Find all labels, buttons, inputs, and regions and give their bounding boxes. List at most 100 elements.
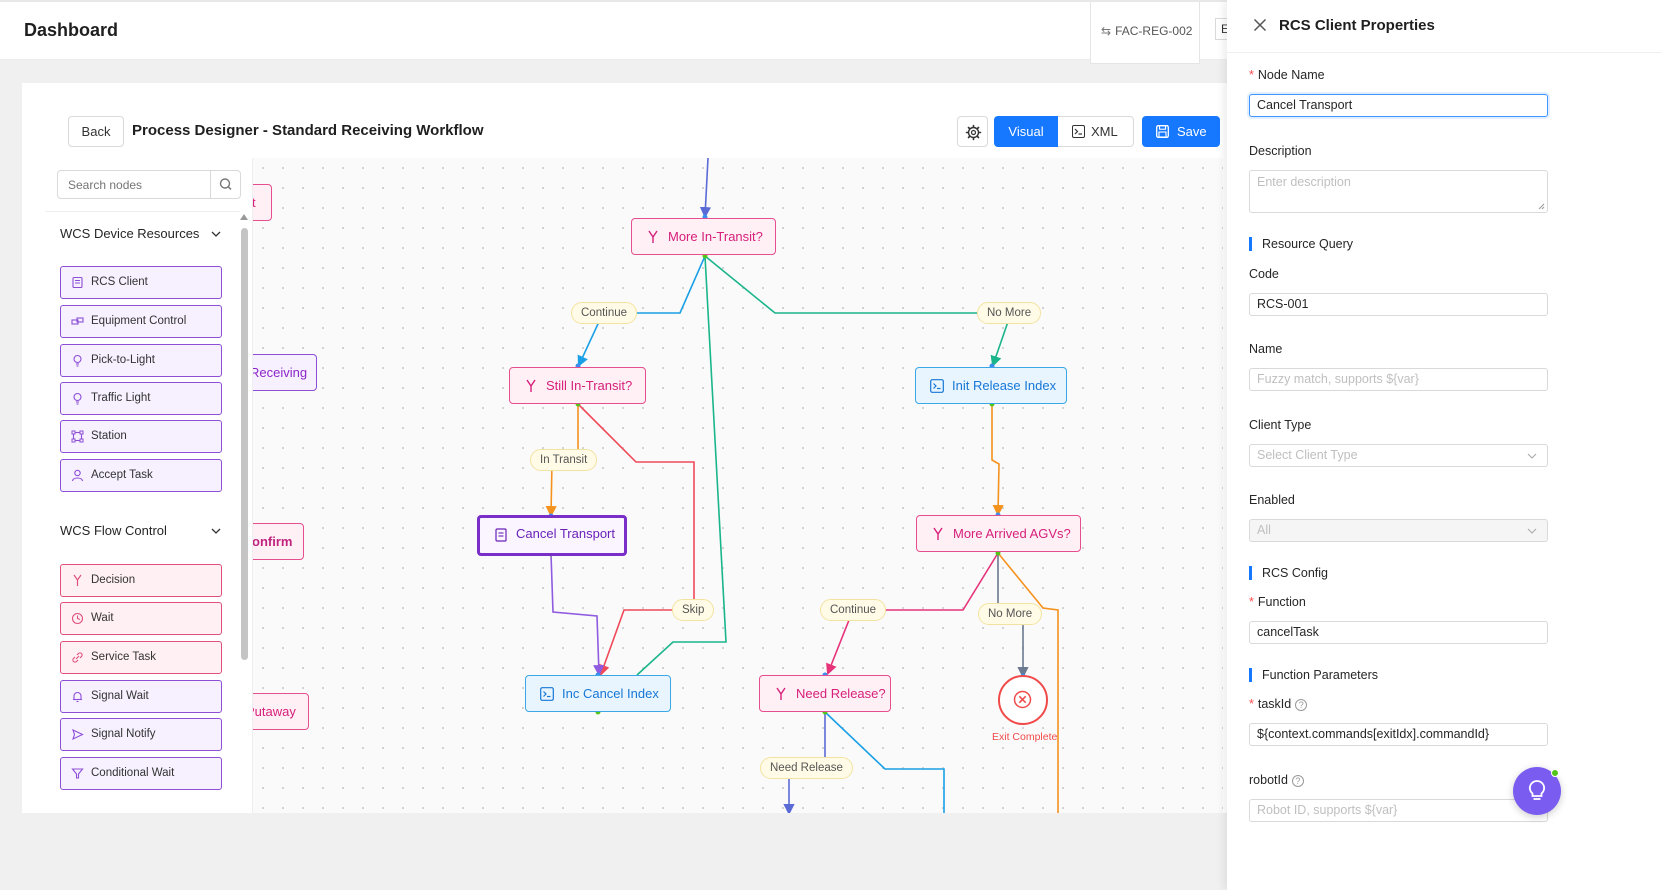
palette-item-signal-wait[interactable]: Signal Wait xyxy=(60,680,222,713)
node-partial-receiving[interactable]: Receiving xyxy=(253,354,317,391)
palette-item-conditional-wait[interactable]: Conditional Wait xyxy=(60,757,222,790)
flow-canvas[interactable]: t Receiving onfirm Putaway More In-Trans… xyxy=(253,158,1223,813)
description-label: Description xyxy=(1249,144,1312,158)
group-title-flow-control[interactable]: WCS Flow Control xyxy=(60,523,167,538)
function-input[interactable]: cancelTask xyxy=(1249,621,1548,644)
xml-label: XML xyxy=(1091,124,1118,139)
help-icon[interactable]: ? xyxy=(1295,699,1308,711)
palette-item-equipment-control[interactable]: Equipment Control xyxy=(60,305,222,338)
palette-item-station[interactable]: Station xyxy=(60,420,222,453)
xml-mode-button[interactable]: XML xyxy=(1058,116,1134,147)
station-icon xyxy=(71,430,84,443)
node-partial-t[interactable]: t xyxy=(253,184,272,221)
chevron-down-icon xyxy=(1527,528,1537,534)
code-input[interactable]: RCS-001 xyxy=(1249,293,1548,316)
name-label: Name xyxy=(1249,342,1283,356)
node-label: t xyxy=(253,195,256,210)
node-cancel-transport[interactable]: Cancel Transport xyxy=(477,515,627,556)
node-label: Init Release Index xyxy=(952,378,1057,393)
node-name-input[interactable]: Cancel Transport xyxy=(1249,94,1548,117)
node-label: Still In-Transit? xyxy=(546,378,633,393)
search-input[interactable] xyxy=(58,171,208,198)
close-circle-icon xyxy=(1013,690,1032,709)
facility-label: FAC-REG-002 xyxy=(1115,24,1193,38)
resource-query-section: Resource Query xyxy=(1249,237,1353,251)
palette-item-decision[interactable]: Decision xyxy=(60,564,222,597)
visual-mode-button[interactable]: Visual xyxy=(994,116,1058,147)
description-textarea[interactable]: Enter description xyxy=(1249,170,1548,213)
palette-item-accept-task[interactable]: Accept Task xyxy=(60,459,222,492)
online-status-dot xyxy=(1551,769,1559,777)
edge-label-in-transit[interactable]: In Transit xyxy=(530,449,598,471)
node-name-label: * Node Name xyxy=(1249,68,1325,82)
palette-item-pick-to-light[interactable]: Pick-to-Light xyxy=(60,344,222,377)
fork-icon xyxy=(776,687,786,700)
assistant-button[interactable] xyxy=(1513,767,1561,815)
save-button[interactable]: Save xyxy=(1142,116,1220,147)
edge-label-no-more-1[interactable]: No More xyxy=(977,302,1042,324)
chevron-down-icon[interactable] xyxy=(210,525,222,537)
fork-icon xyxy=(933,527,943,540)
palette-scrollbar[interactable] xyxy=(241,228,248,660)
task-id-input[interactable]: ${context.commands[exitIdx].commandId} xyxy=(1249,723,1548,746)
bulb-icon xyxy=(73,354,82,367)
edge-no-more-1 xyxy=(704,255,1013,368)
robot-id-input[interactable]: Robot ID, supports ${var} xyxy=(1249,799,1548,822)
send-icon xyxy=(72,728,84,741)
user-icon xyxy=(71,469,84,482)
edge-label-continue-1[interactable]: Continue xyxy=(571,302,638,324)
node-more-in-transit[interactable]: More In-Transit? xyxy=(631,218,776,255)
node-inc-cancel-index[interactable]: Inc Cancel Index xyxy=(525,675,671,712)
link-icon xyxy=(72,652,83,663)
palette-item-signal-notify[interactable]: Signal Notify xyxy=(60,718,222,751)
node-label: onfirm xyxy=(253,534,293,549)
enabled-label: Enabled xyxy=(1249,493,1295,507)
palette-item-label: Equipment Control xyxy=(91,315,187,327)
edge-label-continue-2[interactable]: Continue xyxy=(820,599,887,621)
node-search[interactable] xyxy=(57,170,241,199)
name-input[interactable]: Fuzzy match, supports ${var} xyxy=(1249,368,1548,391)
node-partial-putaway[interactable]: Putaway xyxy=(253,693,309,730)
function-parameters-section: Function Parameters xyxy=(1249,668,1378,682)
palette-item-traffic-light[interactable]: Traffic Light xyxy=(60,382,222,415)
group-title-device-resources[interactable]: WCS Device Resources xyxy=(60,226,199,241)
client-type-placeholder: Select Client Type xyxy=(1257,448,1358,462)
node-label: More In-Transit? xyxy=(668,229,763,244)
palette-item-rcs-client[interactable]: RCS Client xyxy=(60,266,222,299)
node-label: Cancel Transport xyxy=(516,526,615,541)
node-exit-complete[interactable] xyxy=(998,675,1048,725)
node-init-release-index[interactable]: Init Release Index xyxy=(915,367,1067,404)
facility-selector[interactable]: ⇆ FAC-REG-002 xyxy=(1090,2,1200,64)
enabled-value: All xyxy=(1257,523,1271,537)
task-id-label: * taskId? xyxy=(1249,697,1308,711)
chevron-down-icon[interactable] xyxy=(210,228,222,240)
gear-icon xyxy=(965,124,982,141)
client-type-select[interactable]: Select Client Type xyxy=(1249,444,1548,467)
search-button[interactable] xyxy=(210,171,240,198)
properties-title: RCS Client Properties xyxy=(1279,17,1435,34)
client-icon xyxy=(495,528,507,542)
settings-button[interactable] xyxy=(957,116,988,147)
node-still-in-transit[interactable]: Still In-Transit? xyxy=(509,367,646,404)
edge-label-skip[interactable]: Skip xyxy=(672,599,715,621)
resize-handle-icon[interactable] xyxy=(1538,203,1545,210)
back-button[interactable]: Back xyxy=(68,116,124,147)
code-label: Code xyxy=(1249,267,1279,281)
code-icon xyxy=(540,687,554,701)
fork-icon xyxy=(73,574,82,586)
node-partial-confirm[interactable]: onfirm xyxy=(253,523,304,560)
palette-item-service-task[interactable]: Service Task xyxy=(60,641,222,674)
chevron-down-icon xyxy=(1527,453,1537,459)
close-icon[interactable] xyxy=(1253,18,1267,32)
save-icon xyxy=(1156,125,1169,138)
node-more-arrived-agvs[interactable]: More Arrived AGVs? xyxy=(916,515,1081,552)
help-icon[interactable]: ? xyxy=(1291,775,1304,787)
edge-label-no-more-2[interactable]: No More xyxy=(978,603,1043,625)
edge-label-need-release[interactable]: Need Release xyxy=(760,757,853,779)
node-need-release[interactable]: Need Release? xyxy=(759,675,891,712)
designer-title: Process Designer - Standard Receiving Wo… xyxy=(132,122,484,139)
enabled-select[interactable]: All xyxy=(1249,519,1548,542)
palette-divider xyxy=(45,211,240,212)
palette-item-wait[interactable]: Wait xyxy=(60,602,222,635)
scroll-up-arrow[interactable] xyxy=(240,214,248,220)
